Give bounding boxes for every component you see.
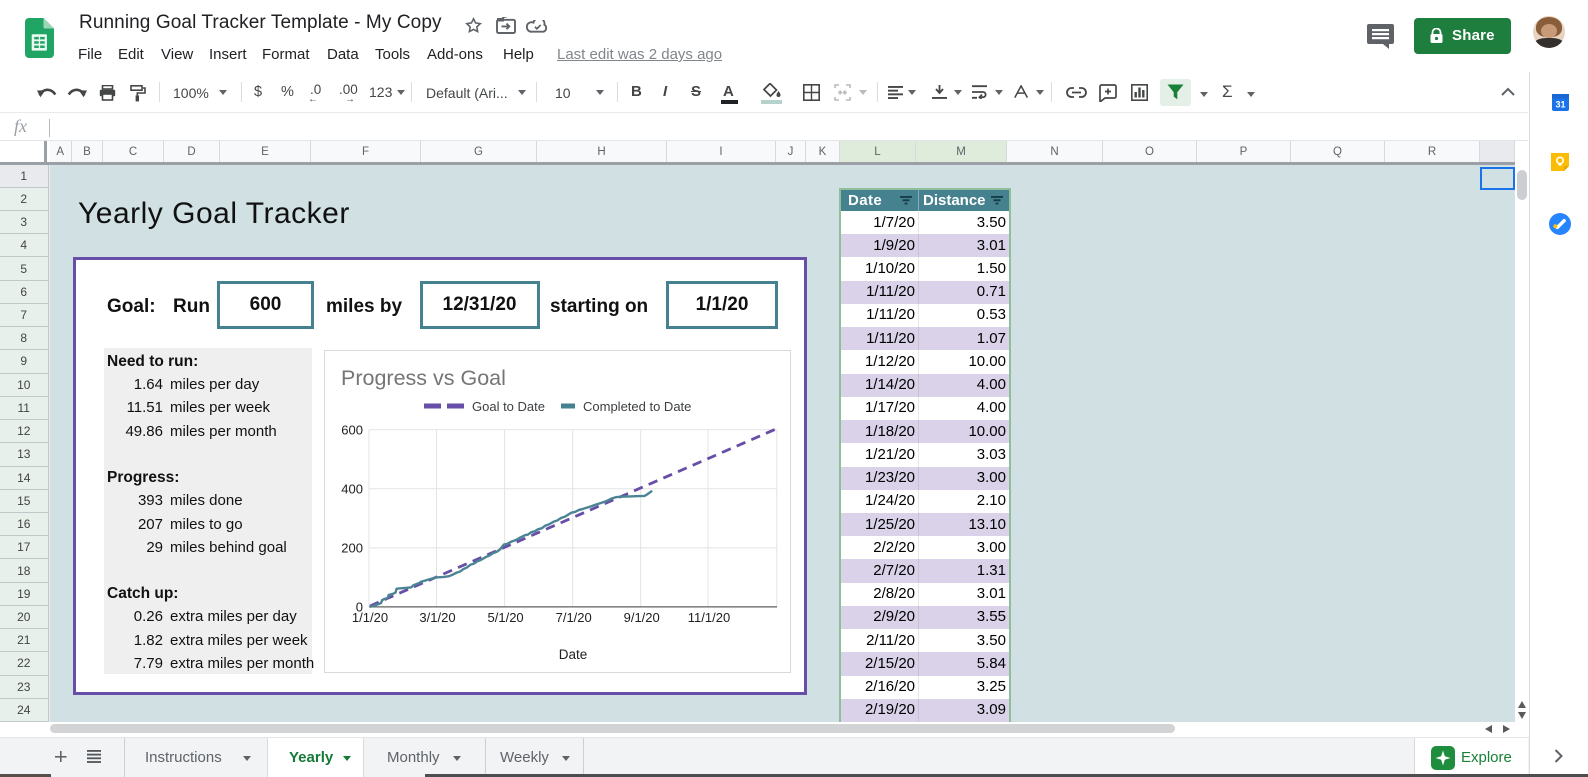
svg-text:9/1/20: 9/1/20 [624,610,660,625]
svg-text:5/1/20: 5/1/20 [488,610,524,625]
svg-text:1/1/20: 1/1/20 [352,610,388,625]
svg-text:200: 200 [341,541,363,556]
svg-text:600: 600 [341,423,363,438]
svg-text:3/1/20: 3/1/20 [419,610,455,625]
svg-text:Completed to Date: Completed to Date [583,399,691,414]
svg-text:31: 31 [1555,100,1565,110]
svg-text:7/1/20: 7/1/20 [556,610,592,625]
svg-text:Goal to Date: Goal to Date [472,399,545,414]
svg-text:11/1/20: 11/1/20 [688,610,730,625]
svg-text:400: 400 [341,482,363,497]
svg-text:Date: Date [559,647,588,662]
svg-text:Progress vs Goal: Progress vs Goal [341,366,506,390]
